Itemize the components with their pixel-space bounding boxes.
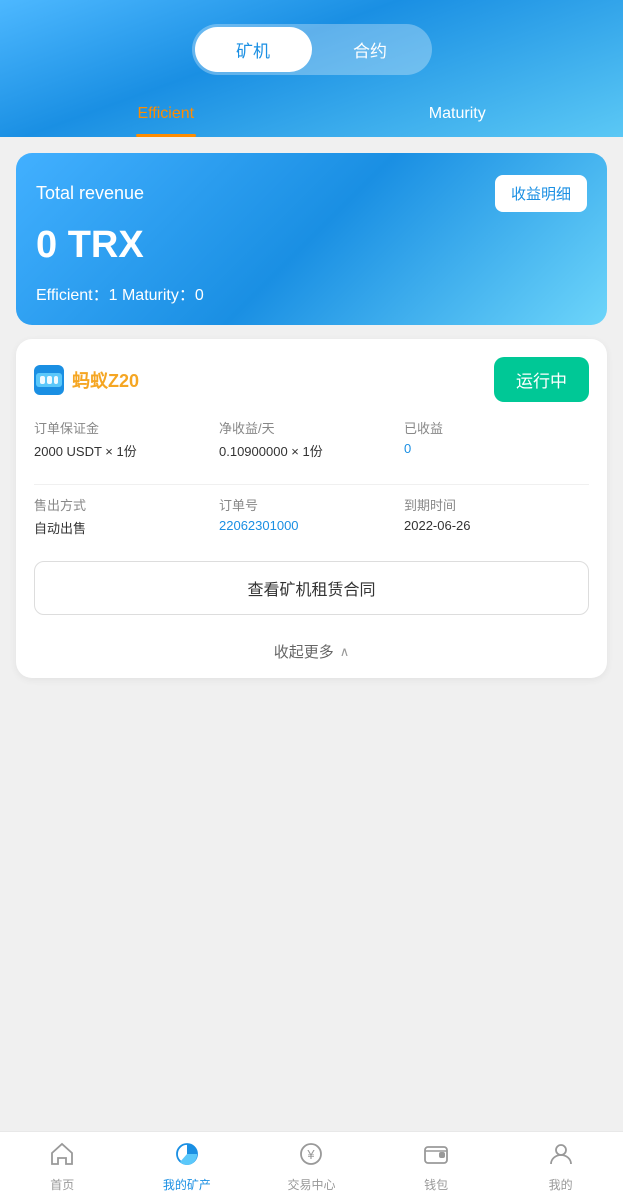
trade-icon: ¥ — [298, 1141, 324, 1172]
nav-label-home: 首页 — [50, 1176, 74, 1193]
bottom-nav: 首页 我的矿产 ¥ 交易中心 钱包 — [0, 1131, 623, 1201]
main-content: Total revenue 收益明细 0 TRX Efficient：1 Mat… — [0, 137, 623, 1201]
detail-value-4: 22062301000 — [219, 518, 404, 533]
nav-label-me: 我的 — [549, 1176, 573, 1193]
ant-icon — [34, 365, 64, 395]
detail-value-0: 2000 USDT × 1份 — [34, 441, 219, 460]
home-icon — [49, 1141, 75, 1172]
nav-item-mining[interactable]: 我的矿产 — [125, 1133, 250, 1201]
collapse-label: 收起更多 — [274, 641, 334, 662]
machine-name: 蚂蚁Z20 — [72, 367, 139, 393]
status-badge: 运行中 — [494, 357, 589, 402]
main-toggle: 矿机 合约 — [192, 24, 432, 75]
nav-item-trade[interactable]: ¥ 交易中心 — [249, 1133, 374, 1201]
pie-chart-icon — [174, 1141, 200, 1172]
detail-label-5: 到期时间 — [404, 495, 589, 514]
nav-item-me[interactable]: 我的 — [498, 1133, 623, 1201]
revenue-stats: Efficient：1 Maturity：0 — [36, 281, 587, 305]
detail-col-2: 已收益 0 — [404, 418, 589, 460]
svg-text:¥: ¥ — [307, 1147, 316, 1162]
detail-value-2: 0 — [404, 441, 589, 456]
nav-label-trade: 交易中心 — [287, 1176, 335, 1193]
machine-card: 蚂蚁Z20 运行中 订单保证金 2000 USDT × 1份 净收益/天 0.1… — [16, 339, 607, 678]
revenue-card-top: Total revenue 收益明细 — [36, 175, 587, 212]
nav-item-home[interactable]: 首页 — [0, 1133, 125, 1201]
toggle-miner[interactable]: 矿机 — [195, 27, 312, 72]
nav-label-mining: 我的矿产 — [163, 1176, 211, 1193]
toggle-contract[interactable]: 合约 — [312, 27, 429, 72]
detail-col-5: 到期时间 2022-06-26 — [404, 495, 589, 537]
detail-label-4: 订单号 — [219, 495, 404, 514]
nav-item-wallet[interactable]: 钱包 — [374, 1133, 499, 1201]
view-contract-button[interactable]: 查看矿机租赁合同 — [34, 561, 589, 615]
detail-label-0: 订单保证金 — [34, 418, 219, 437]
detail-col-3: 售出方式 自动出售 — [34, 495, 219, 537]
collapse-row[interactable]: 收起更多 ∧ — [34, 629, 589, 678]
revenue-detail-button[interactable]: 收益明细 — [495, 175, 587, 212]
tab-efficient[interactable]: Efficient — [20, 95, 312, 137]
detail-label-3: 售出方式 — [34, 495, 219, 514]
machine-card-header: 蚂蚁Z20 运行中 — [34, 357, 589, 402]
tab-maturity[interactable]: Maturity — [312, 95, 604, 137]
wallet-icon — [423, 1141, 449, 1172]
chevron-up-icon: ∧ — [340, 644, 350, 660]
detail-col-0: 订单保证金 2000 USDT × 1份 — [34, 418, 219, 460]
details-grid-row2: 售出方式 自动出售 订单号 22062301000 到期时间 2022-06-2… — [34, 495, 589, 551]
sub-tabs: Efficient Maturity — [20, 95, 603, 137]
detail-col-4: 订单号 22062301000 — [219, 495, 404, 537]
machine-name-row: 蚂蚁Z20 — [34, 365, 139, 395]
nav-label-wallet: 钱包 — [424, 1176, 448, 1193]
revenue-card: Total revenue 收益明细 0 TRX Efficient：1 Mat… — [16, 153, 607, 325]
detail-label-1: 净收益/天 — [219, 418, 404, 437]
details-grid-row1: 订单保证金 2000 USDT × 1份 净收益/天 0.10900000 × … — [34, 418, 589, 474]
detail-value-5: 2022-06-26 — [404, 518, 589, 533]
detail-col-1: 净收益/天 0.10900000 × 1份 — [219, 418, 404, 460]
detail-divider — [34, 484, 589, 485]
detail-value-1: 0.10900000 × 1份 — [219, 441, 404, 460]
header-area: 矿机 合约 Efficient Maturity — [0, 0, 623, 137]
person-icon — [548, 1141, 574, 1172]
detail-value-3: 自动出售 — [34, 518, 219, 537]
detail-label-2: 已收益 — [404, 418, 589, 437]
revenue-amount: 0 TRX — [36, 224, 587, 267]
revenue-label: Total revenue — [36, 183, 144, 204]
